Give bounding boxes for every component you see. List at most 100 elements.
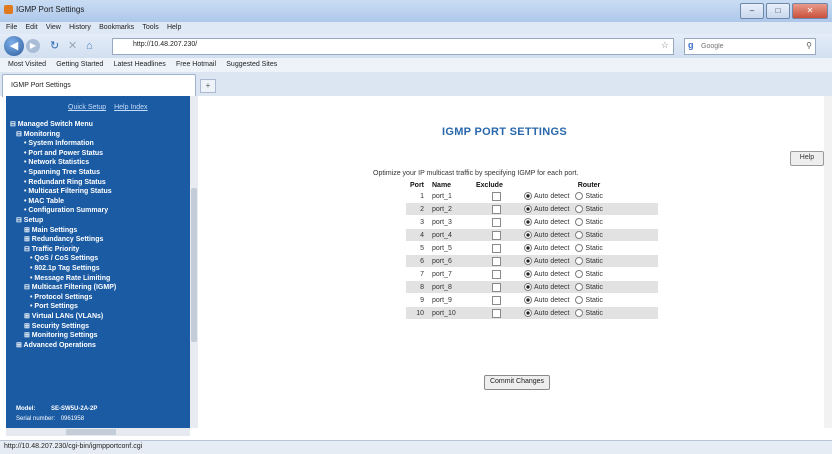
static-radio[interactable]: [575, 309, 584, 317]
menu-bookmarks[interactable]: Bookmarks: [99, 22, 134, 34]
main-scrollbar[interactable]: [824, 96, 832, 428]
bookmark-getting-started[interactable]: Getting Started: [56, 58, 103, 72]
sidebar-scroll-thumb[interactable]: [191, 188, 197, 342]
static-radio[interactable]: [575, 192, 584, 200]
sidebar-item[interactable]: ⊟ Traffic Priority: [24, 245, 79, 254]
sidebar-item[interactable]: ⊞ Monitoring Settings: [24, 331, 98, 340]
auto-detect-radio[interactable]: [524, 218, 532, 226]
exclude-checkbox[interactable]: [491, 217, 501, 227]
sidebar-item[interactable]: • Configuration Summary: [24, 206, 108, 215]
sidebar-item[interactable]: • QoS / CoS Settings: [30, 254, 98, 263]
port-name: port_8: [428, 280, 472, 294]
search-box[interactable]: g ⚲: [684, 38, 816, 55]
search-input[interactable]: [701, 41, 791, 51]
bookmark-most-visited[interactable]: Most Visited: [8, 58, 46, 72]
auto-detect-radio[interactable]: [524, 283, 532, 291]
auto-detect-radio[interactable]: [524, 192, 532, 200]
static-radio[interactable]: [575, 257, 584, 265]
auto-detect-radio[interactable]: [524, 231, 532, 239]
static-radio[interactable]: [575, 283, 584, 291]
stop-icon[interactable]: ✕: [68, 40, 77, 52]
sidebar-item[interactable]: • Message Rate Limiting: [30, 274, 110, 283]
sidebar-item[interactable]: • Port and Power Status: [24, 149, 103, 158]
bookmark-suggested-sites[interactable]: Suggested Sites: [226, 58, 277, 72]
model-label: Model:: [16, 406, 36, 412]
static-radio[interactable]: [575, 218, 584, 226]
menu-edit[interactable]: Edit: [26, 22, 38, 34]
auto-detect-radio[interactable]: [524, 296, 532, 304]
commit-changes-button[interactable]: Commit Changes: [484, 375, 550, 390]
auto-detect-label: Auto detect: [534, 205, 570, 213]
sidebar-item[interactable]: ⊞ Virtual LANs (VLANs): [24, 312, 103, 321]
exclude-checkbox[interactable]: [491, 191, 501, 201]
sidebar-item[interactable]: • Multicast Filtering Status: [24, 187, 112, 196]
bookmark-latest-headlines[interactable]: Latest Headlines: [114, 58, 166, 72]
port-name: port_2: [428, 202, 472, 216]
exclude-checkbox[interactable]: [491, 256, 501, 266]
sidebar-item[interactable]: ⊞ Advanced Operations: [16, 341, 96, 350]
sidebar-item[interactable]: ⊞ Redundancy Settings: [24, 235, 103, 244]
auto-detect-radio[interactable]: [524, 257, 532, 265]
menu-help[interactable]: Help: [167, 22, 181, 34]
sidebar-item[interactable]: • Port Settings: [30, 302, 78, 311]
search-icon[interactable]: ⚲: [806, 41, 812, 50]
url-bar[interactable]: http://10.48.207.230/ ☆: [112, 38, 674, 55]
sidebar-item[interactable]: • MAC Table: [24, 197, 64, 206]
static-radio[interactable]: [575, 205, 584, 213]
new-tab-button[interactable]: +: [200, 79, 216, 93]
auto-detect-label: Auto detect: [534, 218, 570, 226]
url-text: http://10.48.207.230/: [133, 41, 198, 48]
sidebar-item[interactable]: • Protocol Settings: [30, 293, 92, 302]
menu-tools[interactable]: Tools: [142, 22, 158, 34]
exclude-checkbox[interactable]: [491, 243, 501, 253]
static-radio[interactable]: [575, 296, 584, 304]
sidebar-item[interactable]: • Redundant Ring Status: [24, 178, 106, 187]
sidebar-horizontal-scrollbar[interactable]: [6, 428, 190, 436]
sidebar-item[interactable]: ⊞ Main Settings: [24, 226, 77, 235]
sidebar-item[interactable]: ⊟ Setup: [16, 216, 43, 225]
sidebar-item[interactable]: • Spanning Tree Status: [24, 168, 100, 177]
bookmark-star-icon[interactable]: ☆: [661, 40, 669, 51]
sidebar-item[interactable]: • System Information: [24, 139, 94, 148]
menu-view[interactable]: View: [46, 22, 61, 34]
menu-history[interactable]: History: [69, 22, 91, 34]
help-index-link[interactable]: Help Index: [114, 104, 147, 111]
home-icon[interactable]: ⌂: [86, 40, 93, 52]
exclude-checkbox[interactable]: [491, 269, 501, 279]
exclude-checkbox[interactable]: [491, 204, 501, 214]
quick-setup-link[interactable]: Quick Setup: [68, 104, 106, 111]
static-label: Static: [585, 205, 603, 213]
reload-icon[interactable]: ↻: [50, 40, 59, 52]
auto-detect-radio[interactable]: [524, 270, 532, 278]
exclude-checkbox[interactable]: [491, 282, 501, 292]
horizontal-scroll-thumb[interactable]: [66, 429, 116, 435]
exclude-checkbox[interactable]: [491, 230, 501, 240]
sidebar-item[interactable]: • Network Statistics: [24, 158, 89, 167]
static-radio[interactable]: [575, 244, 584, 252]
sidebar-item[interactable]: ⊞ Security Settings: [24, 322, 89, 331]
auto-detect-radio[interactable]: [524, 205, 532, 213]
auto-detect-radio[interactable]: [524, 244, 532, 252]
static-radio[interactable]: [575, 231, 584, 239]
auto-detect-radio[interactable]: [524, 309, 532, 317]
exclude-checkbox[interactable]: [491, 308, 501, 318]
close-button[interactable]: ✕: [792, 3, 828, 19]
sidebar-item[interactable]: ⊟ Monitoring: [16, 130, 60, 139]
exclude-checkbox[interactable]: [491, 295, 501, 305]
sidebar-item[interactable]: ⊟ Managed Switch Menu: [10, 120, 93, 129]
bookmark-free-hotmail[interactable]: Free Hotmail: [176, 58, 216, 72]
back-button[interactable]: ◀: [4, 36, 24, 56]
sidebar-item[interactable]: ⊟ Multicast Filtering (IGMP): [24, 283, 116, 292]
help-button[interactable]: Help: [790, 151, 824, 166]
static-label: Static: [585, 218, 603, 226]
menu-file[interactable]: File: [6, 22, 17, 34]
minimize-button[interactable]: –: [740, 3, 764, 19]
table-row: 4 port_4 Auto detect Static: [406, 228, 658, 242]
header-router: Router: [577, 181, 601, 189]
static-radio[interactable]: [575, 270, 584, 278]
forward-button[interactable]: ▶: [26, 39, 40, 53]
sidebar-item[interactable]: • 802.1p Tag Settings: [30, 264, 100, 273]
tab-igmp-port-settings[interactable]: IGMP Port Settings: [2, 74, 196, 97]
maximize-button[interactable]: □: [766, 3, 790, 19]
sidebar-scrollbar[interactable]: [190, 96, 198, 428]
